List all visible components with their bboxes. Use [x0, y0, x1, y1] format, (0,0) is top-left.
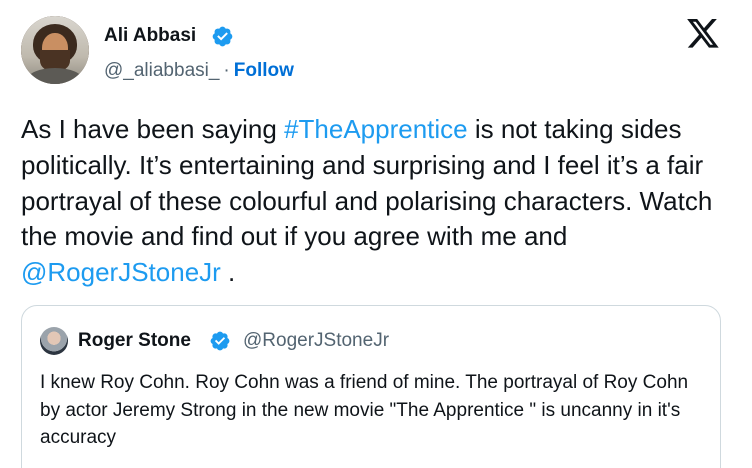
verified-badge-icon — [212, 26, 233, 47]
separator-dot: · — [223, 60, 230, 81]
quoted-author-avatar[interactable] — [40, 327, 68, 355]
author-handle-line: @_aliabbasi_ · Follow — [104, 60, 294, 82]
author-handle[interactable]: @_aliabbasi_ — [104, 60, 219, 81]
x-logo-icon[interactable] — [687, 19, 720, 49]
author-avatar[interactable] — [21, 16, 89, 84]
tweet-text-part: . — [220, 257, 236, 288]
verified-badge-icon — [210, 331, 230, 351]
quoted-author-handle: @RogerJStoneJr — [243, 330, 390, 351]
hashtag-link[interactable]: #TheApprentice — [284, 114, 468, 144]
tweet-card: Ali Abbasi @_aliabbasi_ · Follow As I have… — [0, 0, 752, 468]
quoted-author-name: Roger Stone — [78, 330, 191, 351]
quoted-tweet[interactable]: Roger Stone @RogerJStoneJr I knew Roy Co… — [21, 305, 721, 468]
tweet-text-part: As I have been saying — [21, 114, 285, 144]
follow-button[interactable]: Follow — [234, 60, 294, 81]
author-name[interactable]: Ali Abbasi — [104, 25, 196, 47]
tweet-text: As I have been saying #TheApprentice is … — [21, 112, 737, 291]
quoted-tweet-text: I knew Roy Cohn. Roy Cohn was a friend o… — [40, 372, 689, 449]
mention-link[interactable]: @RogerJStoneJr — [21, 257, 221, 287]
